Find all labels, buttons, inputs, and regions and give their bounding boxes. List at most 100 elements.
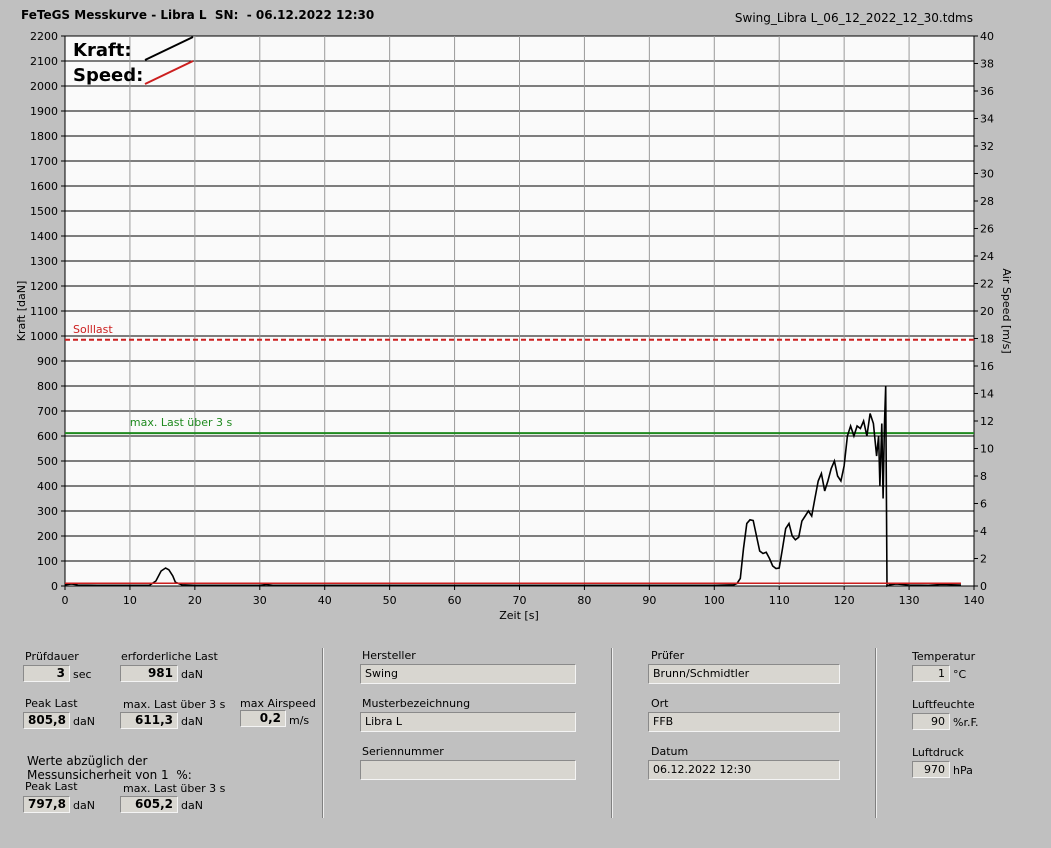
y2-tick-label: 24 <box>980 250 994 263</box>
separator <box>322 648 324 818</box>
pruefdauer-field[interactable]: 3 <box>23 665 70 682</box>
temperatur-label: Temperatur <box>912 650 976 663</box>
max-last2-field[interactable]: 605,2 <box>120 796 178 813</box>
y-tick-label: 100 <box>37 555 58 568</box>
y2-tick-label: 6 <box>980 498 987 511</box>
pruefdauer-label: Prüfdauer <box>25 650 79 663</box>
datum-field[interactable]: 06.12.2022 12:30 <box>648 760 840 780</box>
max-airspeed-field[interactable]: 0,2 <box>240 710 286 727</box>
x-tick-label: 10 <box>123 594 137 607</box>
hersteller-field[interactable]: Swing <box>360 664 576 684</box>
separator <box>611 648 613 818</box>
pruefdauer-unit: sec <box>73 668 92 681</box>
x-tick-label: 40 <box>318 594 332 607</box>
erf-last-label: erforderliche Last <box>121 650 218 663</box>
y-tick-label: 2200 <box>30 30 58 43</box>
y2-axis-label: Air Speed [m/s] <box>1000 268 1013 353</box>
y-tick-label: 1500 <box>30 205 58 218</box>
peak-last-field[interactable]: 805,8 <box>23 712 70 729</box>
legend-label-kraft: Kraft: <box>73 40 132 61</box>
ort-field[interactable]: FFB <box>648 712 840 732</box>
temperatur-unit: °C <box>953 668 967 681</box>
y-tick-label: 1100 <box>30 305 58 318</box>
max-last-field[interactable]: 611,3 <box>120 712 178 729</box>
max-airspeed-label: max Airspeed <box>240 697 316 710</box>
y2-tick-label: 38 <box>980 58 994 71</box>
peak-last-unit: daN <box>73 715 95 728</box>
muster-field[interactable]: Libra L <box>360 712 576 732</box>
y-tick-label: 500 <box>37 455 58 468</box>
y2-tick-label: 18 <box>980 333 994 346</box>
y2-tick-label: 4 <box>980 525 987 538</box>
y-tick-label: 1600 <box>30 180 58 193</box>
y2-tick-label: 28 <box>980 195 994 208</box>
y-axis-label: Kraft [daN] <box>15 281 28 342</box>
y2-tick-label: 8 <box>980 470 987 483</box>
x-tick-label: 110 <box>769 594 790 607</box>
pruefer-label: Prüfer <box>651 649 685 662</box>
y-tick-label: 1400 <box>30 230 58 243</box>
y-tick-label: 600 <box>37 430 58 443</box>
pruefer-field[interactable]: Brunn/Schmidtler <box>648 664 840 684</box>
y-tick-label: 2100 <box>30 55 58 68</box>
x-tick-label: 90 <box>642 594 656 607</box>
separator <box>875 648 877 818</box>
x-tick-label: 0 <box>62 594 69 607</box>
y2-tick-label: 22 <box>980 278 994 291</box>
y-tick-label: 300 <box>37 505 58 518</box>
max-last-unit: daN <box>181 715 203 728</box>
x-tick-label: 20 <box>188 594 202 607</box>
y2-tick-label: 26 <box>980 223 994 236</box>
y-tick-label: 2000 <box>30 80 58 93</box>
y-tick-label: 400 <box>37 480 58 493</box>
y-tick-label: 1700 <box>30 155 58 168</box>
serien-field[interactable] <box>360 760 576 780</box>
y-tick-label: 1300 <box>30 255 58 268</box>
max-last2-label: max. Last über 3 s <box>123 782 226 795</box>
y2-tick-label: 20 <box>980 305 994 318</box>
peak-last2-label: Peak Last <box>25 780 78 793</box>
x-tick-label: 30 <box>253 594 267 607</box>
datum-label: Datum <box>651 745 689 758</box>
peak-last-label: Peak Last <box>25 697 78 710</box>
x-tick-label: 100 <box>704 594 725 607</box>
legend-label-speed: Speed: <box>73 65 143 86</box>
y2-tick-label: 0 <box>980 580 987 593</box>
luftdruck-label: Luftdruck <box>912 746 964 759</box>
max-airspeed-unit: m/s <box>289 714 310 727</box>
y2-tick-label: 14 <box>980 388 994 401</box>
serien-label: Seriennummer <box>362 745 444 758</box>
max-last-label: max. Last über 3 s <box>123 698 226 711</box>
y2-tick-label: 16 <box>980 360 994 373</box>
y2-tick-label: 30 <box>980 168 994 181</box>
x-tick-label: 140 <box>964 594 985 607</box>
y2-tick-label: 32 <box>980 140 994 153</box>
luftfeuchte-label: Luftfeuchte <box>912 698 975 711</box>
luftdruck-unit: hPa <box>953 764 973 777</box>
erf-last-field[interactable]: 981 <box>120 665 178 682</box>
y2-tick-label: 12 <box>980 415 994 428</box>
luftfeuchte-field[interactable]: 90 <box>912 713 950 730</box>
x-tick-label: 70 <box>513 594 527 607</box>
max-last-annotation-label: max. Last über 3 s <box>130 416 233 429</box>
x-tick-label: 50 <box>383 594 397 607</box>
x-axis-label: Zeit [s] <box>499 609 538 622</box>
y-tick-label: 900 <box>37 355 58 368</box>
y2-tick-label: 34 <box>980 113 994 126</box>
x-tick-label: 130 <box>899 594 920 607</box>
y-tick-label: 1000 <box>30 330 58 343</box>
y2-tick-label: 40 <box>980 30 994 43</box>
y-tick-label: 700 <box>37 405 58 418</box>
muster-label: Musterbezeichnung <box>362 697 471 710</box>
max-last2-unit: daN <box>181 799 203 812</box>
peak-last2-field[interactable]: 797,8 <box>23 796 70 813</box>
solllast-label: Solllast <box>73 323 113 336</box>
y-tick-label: 800 <box>37 380 58 393</box>
x-tick-label: 60 <box>448 594 462 607</box>
temperatur-field[interactable]: 1 <box>912 665 950 682</box>
luftdruck-field[interactable]: 970 <box>912 761 950 778</box>
y-tick-label: 0 <box>51 580 58 593</box>
luftfeuchte-unit: %r.F. <box>953 716 979 729</box>
uncertainty-note: Werte abzüglich der Messunsicherheit von… <box>27 754 192 782</box>
x-tick-label: 80 <box>577 594 591 607</box>
